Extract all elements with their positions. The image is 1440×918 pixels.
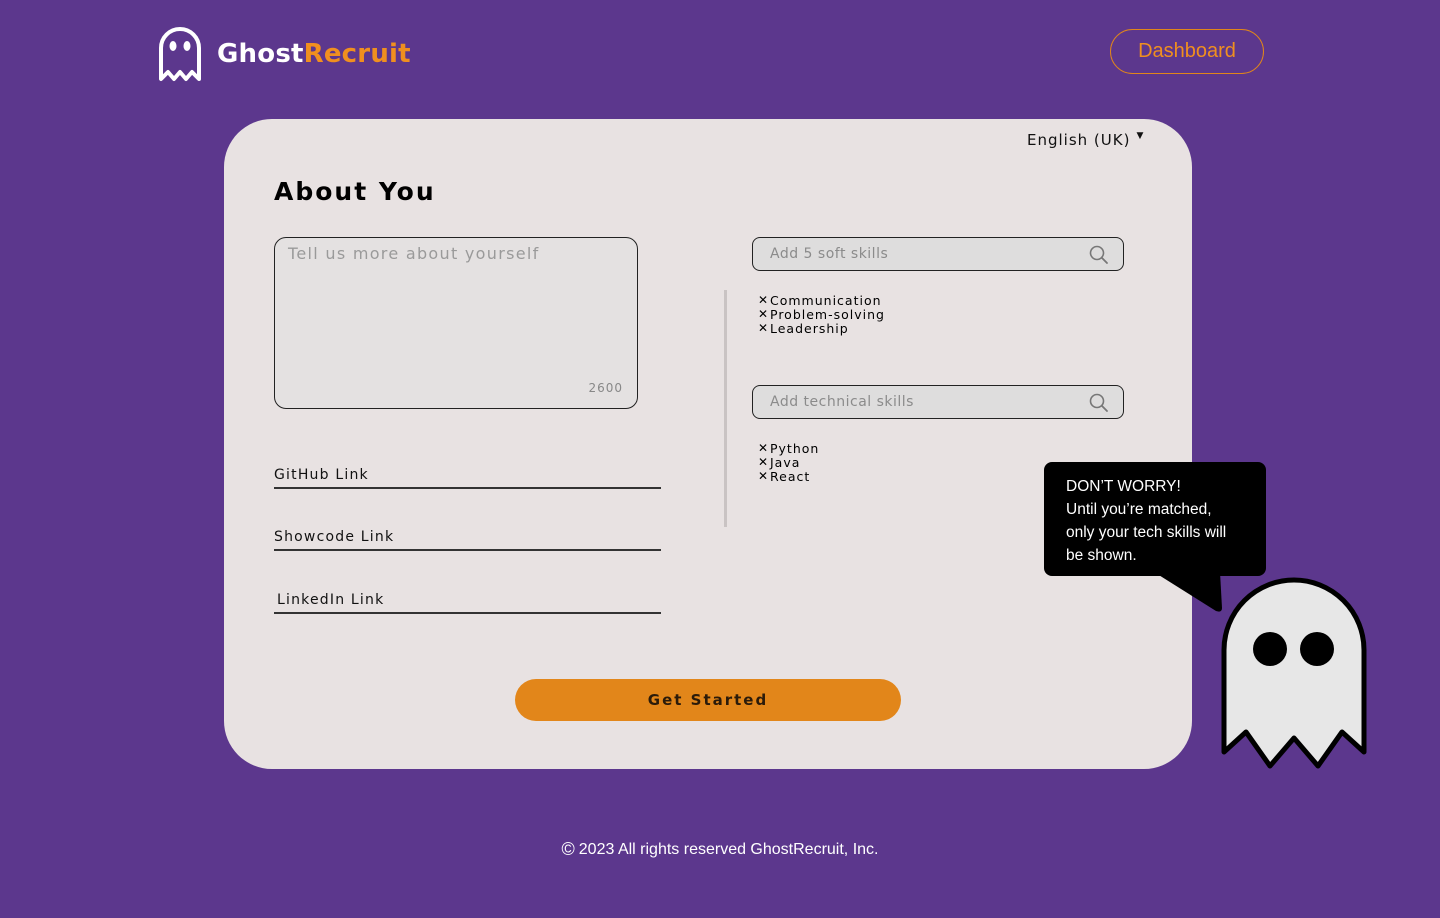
soft-skill-tag: ✕ Problem-solving [758,306,885,322]
search-icon[interactable] [1089,393,1109,413]
footer: © 2023 All rights reserved GhostRecruit,… [0,839,1440,860]
remove-icon[interactable]: ✕ [758,307,770,321]
bubble-line: DON’T WORRY! [1066,478,1181,495]
ghost-logo-icon [159,27,201,81]
tech-skills-input[interactable] [753,386,1123,418]
bubble-line: only your tech skills will [1066,524,1227,541]
soft-skill-label: Problem-solving [770,306,885,322]
remove-icon[interactable]: ✕ [758,455,770,469]
language-label: English (UK) [1027,131,1131,149]
remove-icon[interactable]: ✕ [758,293,770,307]
brand-name-recruit: Recruit [303,38,411,69]
tech-skill-label: Java [770,454,801,470]
footer-text: 2023 All rights reserved GhostRecruit, I… [578,840,879,858]
github-link-label: GitHub Link [274,467,369,483]
soft-skill-tag: ✕ Communication [758,292,885,308]
linkedin-link-underline [274,612,661,614]
get-started-button[interactable]: Get Started [515,679,901,721]
linkedin-link-label: LinkedIn Link [277,592,385,608]
brand-logo[interactable]: GhostRecruit [157,25,411,82]
remove-icon[interactable]: ✕ [758,469,770,483]
language-selector[interactable]: English (UK) ▼ [1027,131,1144,149]
showcode-link-label: Showcode Link [274,529,395,545]
github-link-underline [274,487,661,489]
github-link-field[interactable]: GitHub Link [274,467,661,489]
ghost-mascot-icon [1221,577,1367,769]
tech-skills-list: ✕ Python ✕ Java ✕ React [758,440,820,484]
soft-skill-label: Leadership [770,320,849,336]
tech-skill-label: Python [770,440,820,456]
page-title: About You [274,177,436,206]
search-icon[interactable] [1089,245,1109,265]
showcode-link-underline [274,549,661,551]
bubble-line: be shown. [1066,547,1137,564]
linkedin-link-field[interactable]: LinkedIn Link [274,592,661,614]
column-divider [724,290,727,527]
soft-skills-list: ✕ Communication ✕ Problem-solving ✕ Leaders… [758,292,885,336]
bubble-line: Until you’re matched, [1066,501,1212,518]
about-textarea-container: 2600 [274,237,638,409]
brand-name: GhostRecruit [217,39,411,69]
tech-skill-tag: ✕ React [758,468,819,484]
remove-icon[interactable]: ✕ [758,441,770,455]
showcode-link-field[interactable]: Showcode Link [274,529,661,551]
speech-bubble-tail [1154,572,1222,612]
about-you-card: English (UK) ▼ About You 2600 GitHub Lin… [224,119,1192,769]
copyright-icon: © [561,839,575,859]
tech-skill-label: React [770,468,811,484]
tech-skills-search [752,385,1124,419]
soft-skill-label: Communication [770,292,882,308]
character-counter: 2600 [588,381,623,395]
remove-icon[interactable]: ✕ [758,321,770,335]
about-textarea[interactable] [275,238,637,408]
soft-skills-input[interactable] [753,238,1123,270]
tech-skill-tag: ✕ Java [758,454,819,470]
dashboard-button[interactable]: Dashboard [1110,29,1264,74]
info-speech-bubble: DON’T WORRY! Until you’re matched, only … [1044,462,1266,576]
soft-skills-search [752,237,1124,271]
brand-name-ghost: Ghost [217,38,304,69]
soft-skill-tag: ✕ Leadership [758,320,885,336]
tech-skill-tag: ✕ Python [758,440,820,456]
caret-down-icon: ▼ [1136,131,1145,141]
